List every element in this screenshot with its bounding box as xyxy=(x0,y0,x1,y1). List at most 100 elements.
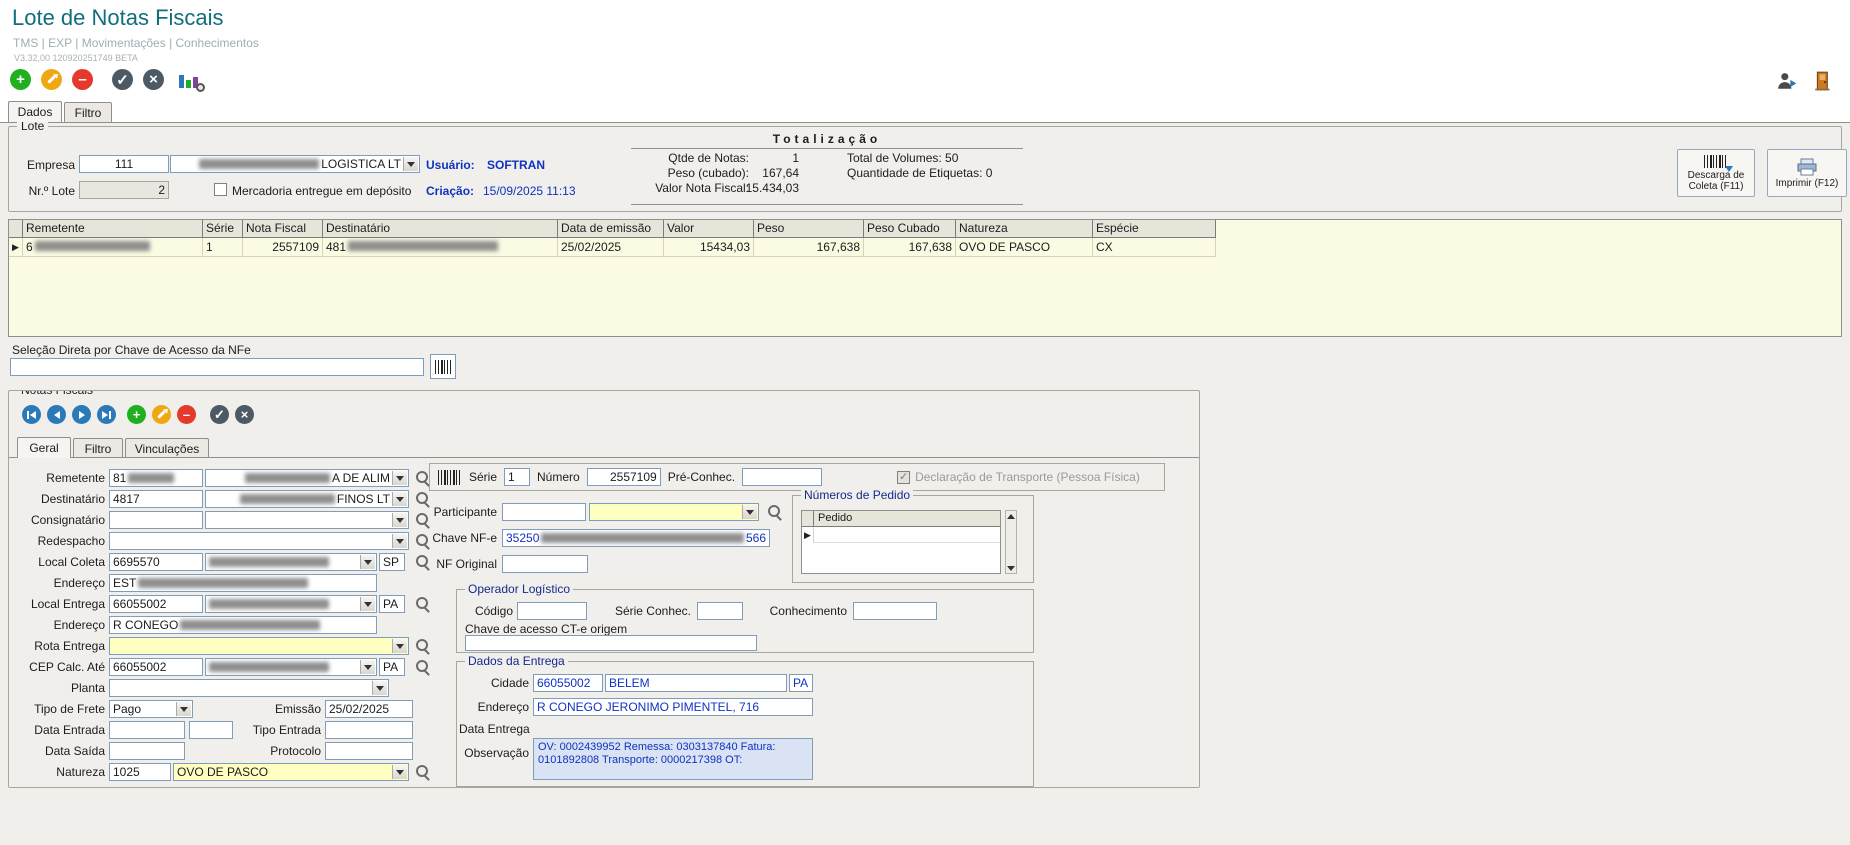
table-row[interactable]: ▶ 6 1 2557109 481 25/02/2025 15434,03 16… xyxy=(9,238,1841,257)
col-remetente[interactable]: Remetente xyxy=(23,220,203,238)
data-entrada-field[interactable] xyxy=(109,721,185,739)
cidade-nome-field[interactable]: BELEM xyxy=(605,674,787,692)
cancel-button[interactable]: × xyxy=(143,69,164,90)
data-saida-field[interactable] xyxy=(109,742,185,760)
natureza-combo[interactable]: OVO DE PASCO xyxy=(173,763,409,781)
col-peso[interactable]: Peso xyxy=(754,220,864,238)
descarga-coleta-button[interactable]: Descarga de Coleta (F11) xyxy=(1677,149,1755,197)
local-entrega-combo[interactable] xyxy=(205,595,377,613)
edit-nota-button[interactable] xyxy=(152,405,171,424)
emissao-field[interactable]: 25/02/2025 xyxy=(325,700,413,718)
scroll-down-icon[interactable] xyxy=(1006,563,1016,573)
participante-combo[interactable] xyxy=(589,503,759,521)
endereco-coleta-field[interactable]: EST xyxy=(109,574,377,592)
natureza-code-field[interactable]: 1025 xyxy=(109,763,171,781)
local-coleta-code-field[interactable]: 6695570 xyxy=(109,553,203,571)
tab-dados[interactable]: Dados xyxy=(8,101,62,122)
deposito-checkbox[interactable] xyxy=(214,183,227,196)
previous-record-button[interactable] xyxy=(47,405,66,424)
col-natureza[interactable]: Natureza xyxy=(956,220,1093,238)
chevron-down-icon[interactable] xyxy=(360,660,375,674)
protocolo-field[interactable] xyxy=(325,742,413,760)
endereco-entrega-field[interactable]: R CONEGO xyxy=(109,616,377,634)
exit-button[interactable] xyxy=(1813,70,1835,92)
imprimir-button[interactable]: Imprimir (F12) xyxy=(1767,149,1847,197)
local-coleta-combo[interactable] xyxy=(205,553,377,571)
chevron-down-icon[interactable] xyxy=(360,555,375,569)
delete-button[interactable]: – xyxy=(72,69,93,90)
empresa-combo[interactable]: LOGISTICA LT xyxy=(170,155,420,173)
chevron-down-icon[interactable] xyxy=(392,639,407,653)
tipo-frete-combo[interactable]: Pago xyxy=(109,700,193,718)
col-nota-fiscal[interactable]: Nota Fiscal xyxy=(243,220,323,238)
observacao-field[interactable]: OV: 0002439952 Remessa: 0303137840 Fatur… xyxy=(533,738,813,780)
next-record-button[interactable] xyxy=(72,405,91,424)
col-destinatario[interactable]: Destinatário xyxy=(323,220,558,238)
endereco-entrega-grp-field[interactable]: R CONEGO JERONIMO PIMENTEL, 716 xyxy=(533,698,813,716)
tab-filtro-notas[interactable]: Filtro xyxy=(73,438,123,458)
numero-field[interactable]: 2557109 xyxy=(587,468,661,486)
local-entrega-search-icon[interactable] xyxy=(415,596,431,612)
cep-calc-uf-field[interactable]: PA xyxy=(379,658,405,676)
chave-nfe-field[interactable]: 35250 566 xyxy=(502,529,770,547)
cidade-uf-field[interactable]: PA xyxy=(789,674,813,692)
planta-combo[interactable] xyxy=(109,679,389,697)
pedido-row[interactable] xyxy=(814,527,1000,543)
chevron-down-icon[interactable] xyxy=(742,505,757,519)
participante-search-icon[interactable] xyxy=(767,504,783,520)
last-record-button[interactable] xyxy=(97,405,116,424)
chart-button[interactable] xyxy=(178,68,202,90)
col-serie[interactable]: Série xyxy=(203,220,243,238)
destinatario-code-field[interactable]: 4817 xyxy=(109,490,203,508)
delete-nota-button[interactable]: – xyxy=(177,405,196,424)
remetente-combo[interactable]: A DE ALIM xyxy=(205,469,409,487)
col-especie[interactable]: Espécie xyxy=(1093,220,1216,238)
scroll-up-icon[interactable] xyxy=(1006,511,1016,521)
natureza-search-icon[interactable] xyxy=(415,764,431,780)
cep-calc-search-icon[interactable] xyxy=(415,659,431,675)
serie-field[interactable]: 1 xyxy=(504,468,530,486)
chevron-down-icon[interactable] xyxy=(176,702,191,716)
confirm-nota-button[interactable]: ✓ xyxy=(210,405,229,424)
remetente-code-field[interactable]: 81 xyxy=(109,469,203,487)
add-button[interactable]: + xyxy=(10,69,31,90)
chevron-down-icon[interactable] xyxy=(372,681,387,695)
local-entrega-code-field[interactable]: 66055002 xyxy=(109,595,203,613)
chevron-down-icon[interactable] xyxy=(392,534,407,548)
local-coleta-uf-field[interactable]: SP xyxy=(379,553,405,571)
edit-button[interactable] xyxy=(41,69,62,90)
pedidos-grid[interactable]: Pedido ▶ xyxy=(801,510,1001,574)
empresa-code-field[interactable]: 111 xyxy=(79,155,169,173)
conhecimento-field[interactable] xyxy=(853,602,937,620)
chave-cte-field[interactable] xyxy=(465,635,757,651)
notas-grid[interactable]: Remetente Série Nota Fiscal Destinatário… xyxy=(8,219,1842,337)
tab-filtro[interactable]: Filtro xyxy=(64,102,112,122)
pre-conhec-field[interactable] xyxy=(742,468,822,486)
tab-geral[interactable]: Geral xyxy=(17,437,71,458)
chevron-down-icon[interactable] xyxy=(403,157,418,171)
serie-conhec-field[interactable] xyxy=(697,602,743,620)
cep-calc-code-field[interactable]: 66055002 xyxy=(109,658,203,676)
codigo-field[interactable] xyxy=(517,602,587,620)
cidade-cep-field[interactable]: 66055002 xyxy=(533,674,603,692)
tab-vinculacoes[interactable]: Vinculações xyxy=(125,438,209,458)
rota-entrega-combo[interactable] xyxy=(109,637,409,655)
pedido-column-header[interactable]: Pedido xyxy=(814,511,1000,527)
col-peso-cubado[interactable]: Peso Cubado xyxy=(864,220,956,238)
consignatario-code-field[interactable] xyxy=(109,511,203,529)
nf-original-field[interactable] xyxy=(502,555,588,573)
pedidos-scrollbar[interactable] xyxy=(1005,510,1017,574)
redespacho-combo[interactable] xyxy=(109,532,409,550)
destinatario-combo[interactable]: FINOS LT xyxy=(205,490,409,508)
first-record-button[interactable] xyxy=(22,405,41,424)
barcode-scan-button[interactable] xyxy=(430,354,456,379)
chevron-down-icon[interactable] xyxy=(360,597,375,611)
hora-entrada-field[interactable] xyxy=(189,721,233,739)
chevron-down-icon[interactable] xyxy=(392,471,407,485)
chevron-down-icon[interactable] xyxy=(392,513,407,527)
user-button[interactable] xyxy=(1776,70,1798,92)
chave-acesso-input[interactable] xyxy=(10,358,424,376)
chevron-down-icon[interactable] xyxy=(392,765,407,779)
rota-entrega-search-icon[interactable] xyxy=(415,638,431,654)
add-nota-button[interactable]: + xyxy=(127,405,146,424)
